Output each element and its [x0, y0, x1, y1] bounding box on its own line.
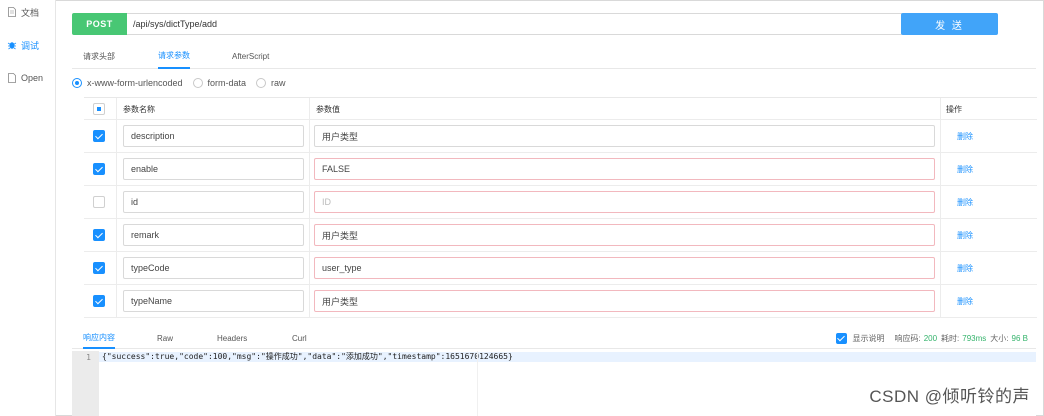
status-code: 200 — [923, 333, 938, 343]
param-name-input[interactable]: description — [123, 125, 304, 147]
column-header-value: 参数值 — [316, 104, 340, 114]
request-tabs: 请求头部 请求参数 AfterScript — [72, 43, 1036, 69]
status-label: 响应码: — [894, 333, 921, 343]
time-label: 耗时: — [941, 333, 960, 343]
delete-link[interactable]: 删除 — [957, 252, 973, 285]
table-row: id ID 删除 — [84, 186, 1037, 219]
param-value-input[interactable]: 用户类型 — [314, 125, 935, 147]
sidebar-item-docs[interactable]: 文档 — [0, 2, 56, 22]
radio-label: x-www-form-urlencoded — [87, 78, 183, 88]
sidebar-item-label: 调试 — [21, 40, 40, 51]
param-value-input[interactable]: ID — [314, 191, 935, 213]
param-name-input[interactable]: typeName — [123, 290, 304, 312]
param-name-input[interactable]: id — [123, 191, 304, 213]
radio-label: raw — [271, 78, 286, 88]
radio-button[interactable] — [256, 78, 267, 88]
param-name-input[interactable]: enable — [123, 158, 304, 180]
watermark: CSDN @倾听铃的声 — [869, 387, 1030, 406]
size-label: 大小: — [990, 333, 1009, 343]
radio-form-data[interactable]: form-data — [192, 78, 247, 88]
radio-urlencoded[interactable]: x-www-form-urlencoded — [72, 78, 183, 88]
param-value-input[interactable]: 用户类型 — [314, 224, 935, 246]
url-input[interactable]: /api/sys/dictType/add — [127, 13, 902, 35]
table-row: typeName 用户类型 删除 — [84, 285, 1037, 318]
column-header-action: 操作 — [946, 104, 962, 114]
radio-button[interactable] — [192, 78, 203, 88]
param-name-input[interactable]: typeCode — [123, 257, 304, 279]
column-header-name: 参数名称 — [123, 104, 155, 114]
row-checkbox[interactable] — [93, 229, 105, 241]
document-icon — [7, 7, 17, 17]
line-gutter: 1 — [72, 351, 99, 416]
param-value-input[interactable]: FALSE — [314, 158, 935, 180]
delete-link[interactable]: 删除 — [957, 285, 973, 318]
params-table: 参数名称 参数值 操作 description 用户类型 删除 enable F… — [84, 97, 1037, 318]
method-select[interactable]: POST — [72, 13, 127, 35]
tab-response-content[interactable]: 响应内容 — [83, 327, 115, 349]
tab-curl[interactable]: Curl — [292, 327, 307, 349]
delete-link[interactable]: 删除 — [957, 153, 973, 186]
select-all-checkbox[interactable] — [93, 102, 105, 115]
send-button[interactable]: 发 送 — [901, 13, 998, 35]
delete-link[interactable]: 删除 — [957, 219, 973, 252]
response-meta: 显示说明 响应码: 200 耗时: 793ms 大小: 96 B — [836, 327, 1028, 349]
tab-raw[interactable]: Raw — [157, 327, 173, 349]
row-checkbox[interactable] — [93, 163, 105, 175]
table-row: remark 用户类型 删除 — [84, 219, 1037, 252]
debug-icon — [7, 40, 17, 50]
show-desc-label: 显示说明 — [852, 333, 885, 343]
line-number: 1 — [86, 353, 91, 362]
tab-headers[interactable]: 请求头部 — [83, 43, 115, 69]
radio-button[interactable] — [72, 78, 82, 88]
delete-link[interactable]: 删除 — [957, 120, 973, 153]
param-name-input[interactable]: remark — [123, 224, 304, 246]
row-checkbox[interactable] — [93, 196, 105, 208]
editor-divider — [477, 351, 478, 416]
sidebar-item-label: 文档 — [21, 7, 40, 18]
param-value-input[interactable]: 用户类型 — [314, 290, 935, 312]
tab-afterscript[interactable]: AfterScript — [232, 43, 269, 69]
row-checkbox[interactable] — [93, 262, 105, 274]
size-value: 96 B — [1011, 333, 1028, 343]
table-header-row: 参数名称 参数值 操作 — [84, 98, 1037, 120]
sidebar-item-open[interactable]: Open — [0, 68, 56, 88]
param-value-input[interactable]: user_type — [314, 257, 935, 279]
table-row: description 用户类型 删除 — [84, 120, 1037, 153]
row-checkbox[interactable] — [93, 130, 105, 142]
row-checkbox[interactable] — [93, 295, 105, 307]
table-row: enable FALSE 删除 — [84, 153, 1037, 186]
time-value: 793ms — [962, 333, 987, 343]
sidebar: 文档 调试 Open — [0, 0, 56, 416]
sidebar-item-label: Open — [21, 73, 44, 83]
radio-label: form-data — [207, 78, 247, 88]
body-type-group: x-www-form-urlencoded form-data raw — [72, 75, 296, 91]
delete-link[interactable]: 删除 — [957, 186, 973, 219]
file-icon — [7, 73, 17, 83]
response-body: {"success":true,"code":100,"msg":"操作成功",… — [102, 352, 513, 361]
show-desc-checkbox[interactable] — [836, 332, 848, 344]
tab-params[interactable]: 请求参数 — [158, 43, 190, 69]
sidebar-item-debug[interactable]: 调试 — [0, 35, 56, 55]
tab-response-headers[interactable]: Headers — [217, 327, 247, 349]
table-row: typeCode user_type 删除 — [84, 252, 1037, 285]
radio-raw[interactable]: raw — [256, 78, 286, 88]
response-tabs: 响应内容 Raw Headers Curl 显示说明 响应码: 200 耗时: … — [72, 327, 1036, 349]
